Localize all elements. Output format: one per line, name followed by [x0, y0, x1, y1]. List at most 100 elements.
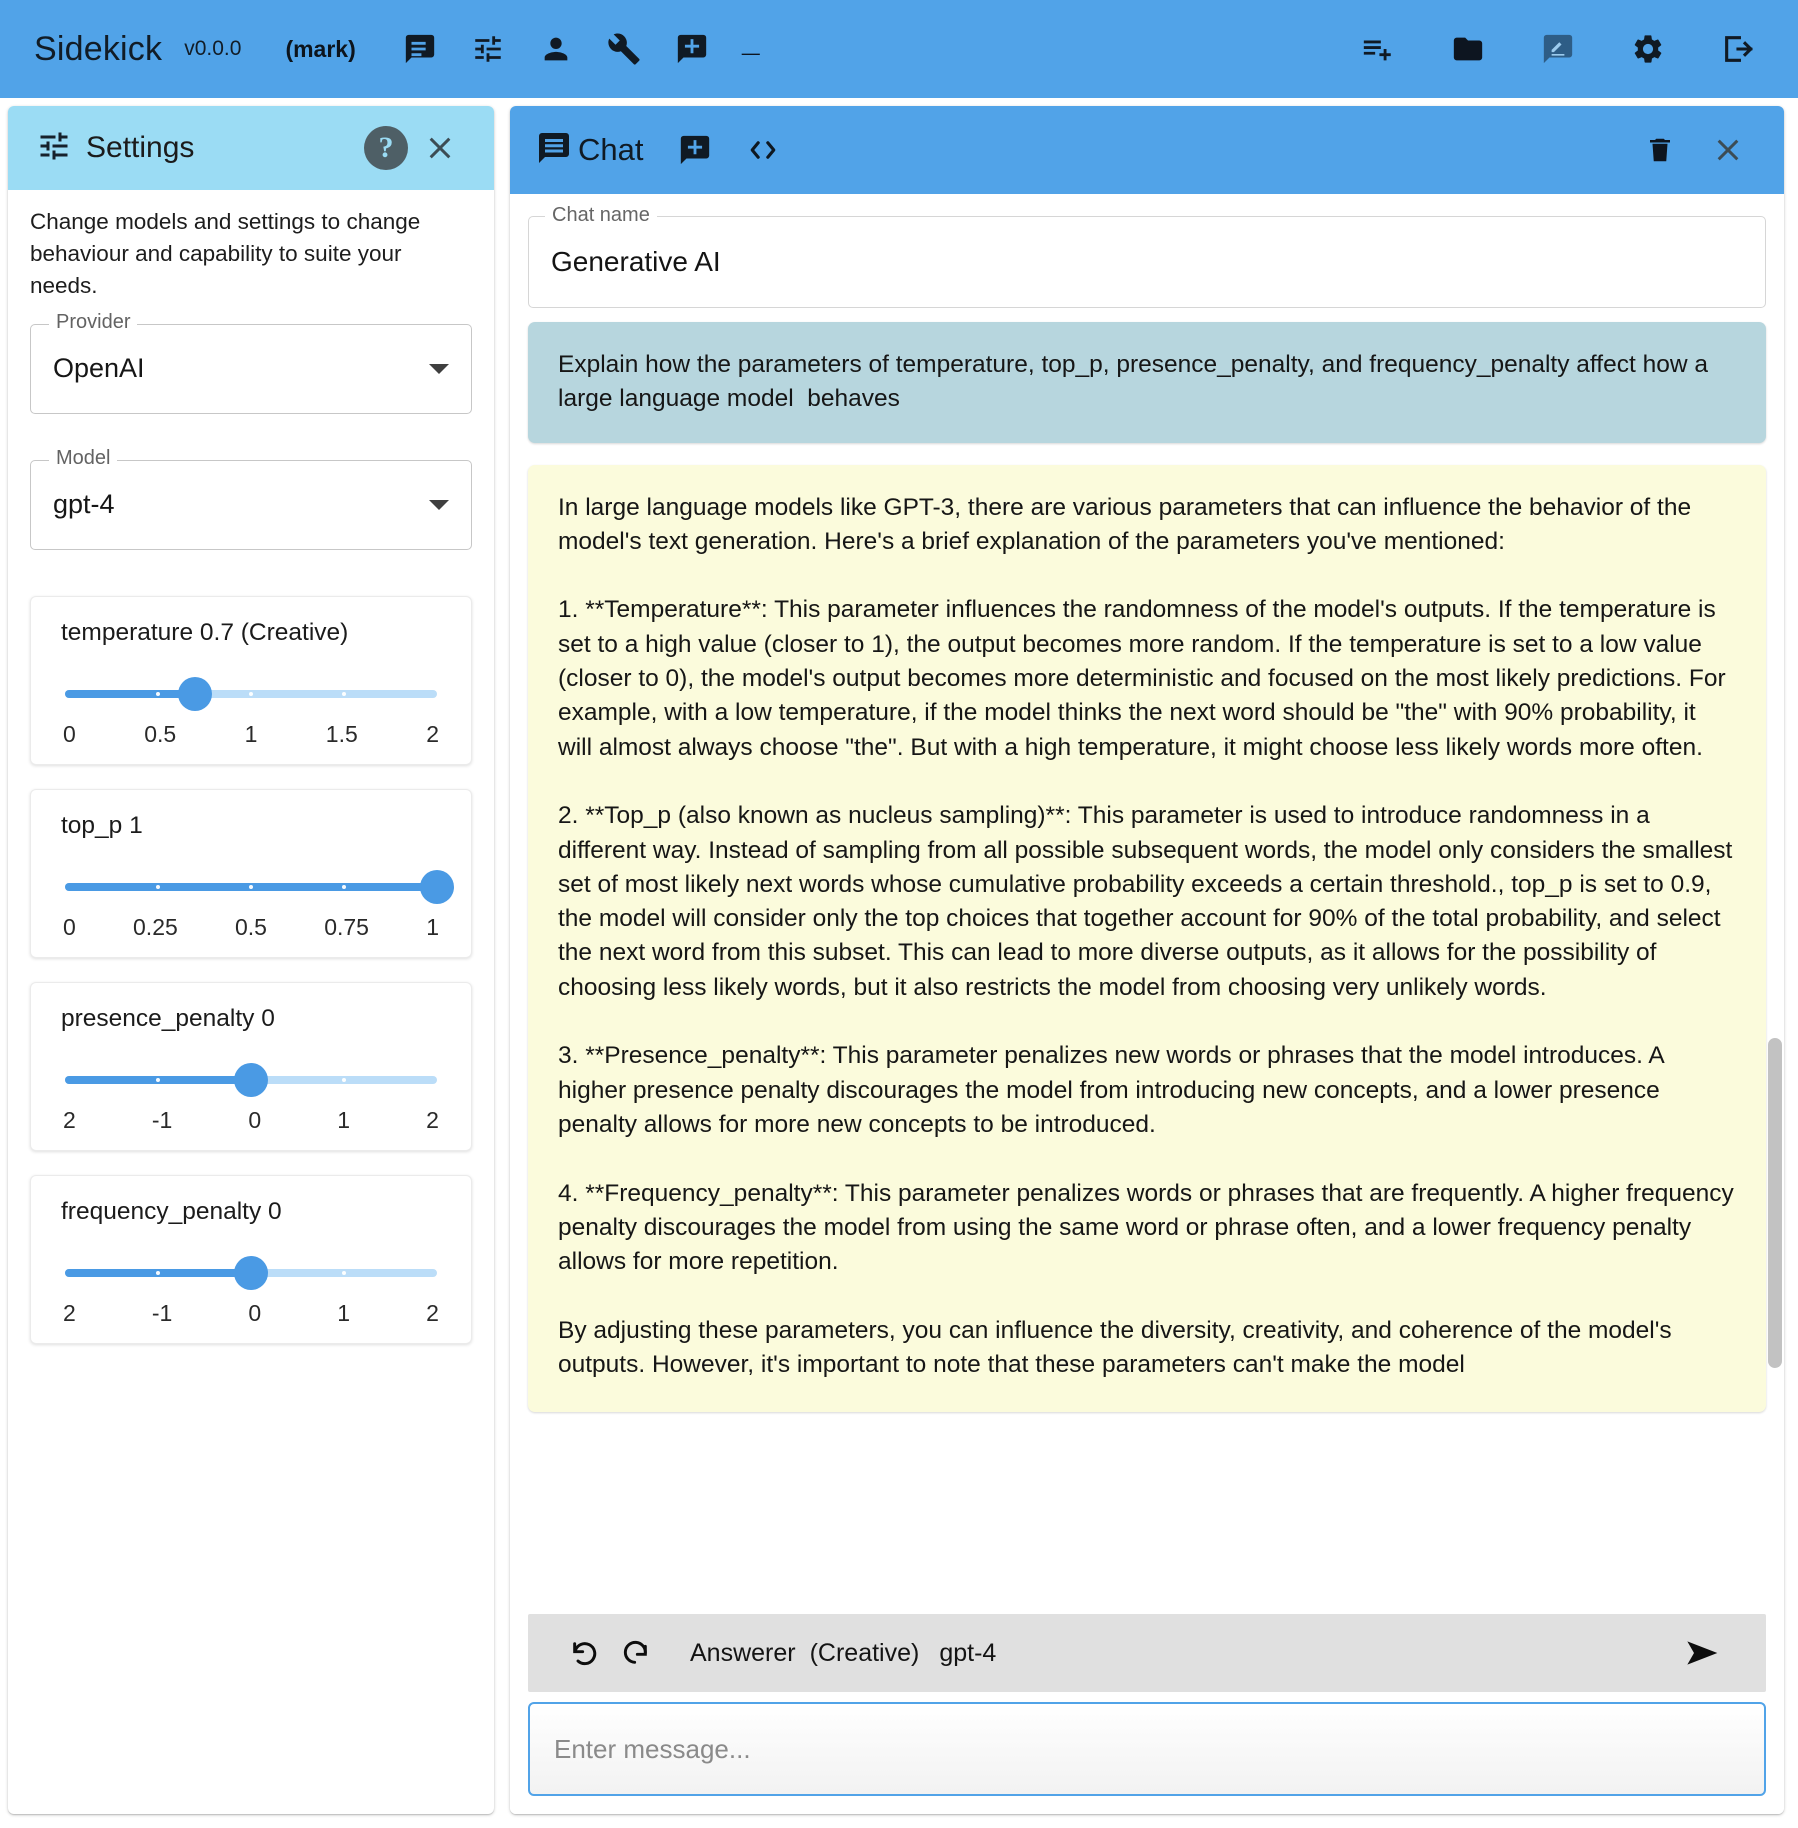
help-icon[interactable]: ? [364, 126, 408, 170]
slider-tick-label: 0.25 [133, 913, 178, 940]
playlist-add-icon[interactable] [1344, 18, 1412, 80]
provider-label: Provider [49, 310, 138, 334]
toolbar-mode: (Creative) [809, 1638, 920, 1667]
message-input-placeholder: Enter message... [554, 1733, 751, 1764]
slider-tick-label: 1 [337, 1106, 351, 1133]
slider-tick-label: 0 [248, 1299, 262, 1326]
chevron-down-icon[interactable] [429, 499, 449, 510]
slider-tick-label: 0 [63, 720, 76, 747]
slider-tick-label: 0.5 [235, 913, 267, 940]
messages-scrollbar[interactable] [1768, 1038, 1782, 1368]
add-comment-icon[interactable] [658, 18, 726, 80]
chat-panel-header: Chat [510, 106, 1784, 194]
close-settings-icon[interactable] [408, 117, 472, 179]
chat-name-field[interactable]: Chat name Generative AI [528, 204, 1766, 308]
add-comment-icon[interactable] [661, 119, 729, 181]
slider-presence_penalty[interactable] [65, 1062, 437, 1097]
slider-tick-label: 1.5 [325, 720, 358, 747]
slider-tick-label: 1 [244, 720, 258, 747]
wrench-icon[interactable] [590, 18, 658, 80]
app-brand: Sidekick [34, 29, 163, 68]
slider-tick-label: 0 [63, 913, 76, 940]
slider-frequency_penalty[interactable] [65, 1255, 437, 1290]
message-input[interactable]: Enter message... [528, 1702, 1766, 1796]
appbar-right-icons [1344, 18, 1772, 80]
chat-icon[interactable] [386, 18, 454, 80]
app-bar: Sidekick v0.0.0 (mark) _ [0, 0, 1798, 98]
slider-thumb-frequency_penalty[interactable] [234, 1255, 268, 1290]
edit-note-icon[interactable] [1524, 18, 1592, 80]
slider-label-temperature: temperature 0.7 (Creative) [61, 618, 349, 646]
slider-list: temperature 0.7 (Creative) 0 0.5 1 1.5 2 top_p… [24, 595, 478, 1344]
chevron-down-icon[interactable] [429, 363, 449, 374]
toolbar-persona: Answerer [690, 1638, 796, 1667]
slider-thumb-temperature[interactable] [178, 676, 213, 711]
slider-ticks: 2 -1 0 1 2 [61, 1107, 441, 1134]
model-value: gpt-4 [53, 489, 115, 520]
person-icon[interactable] [522, 18, 590, 80]
chat-panel: Chat Chat name Generative AI Explain how… [510, 106, 1784, 1814]
settings-panel-header: Settings ? [8, 106, 494, 190]
slider-card-presence_penalty: presence_penalty 0 2 -1 0 1 2 [30, 981, 472, 1151]
user-label: (mark) [285, 35, 356, 62]
slider-tick-label: 2 [426, 1299, 439, 1326]
settings-panel: Settings ? Change models and settings to… [8, 106, 494, 1814]
slider-temperature[interactable] [65, 676, 437, 711]
settings-body: Change models and settings to change beh… [8, 190, 494, 1814]
slider-thumb-top_p[interactable] [420, 869, 454, 904]
chat-icon [536, 130, 572, 171]
provider-value: OpenAI [53, 353, 145, 384]
slider-top_p[interactable] [65, 869, 454, 904]
code-view-icon[interactable] [729, 119, 797, 181]
chat-name-label: Chat name [545, 204, 657, 227]
undo-icon[interactable] [558, 1622, 610, 1684]
folder-icon[interactable] [1434, 18, 1502, 80]
chat-panel-title: Chat [578, 132, 644, 167]
slider-thumb-presence_penalty[interactable] [234, 1062, 268, 1097]
slider-fill [65, 689, 196, 698]
model-select[interactable]: Model gpt-4 [30, 446, 472, 550]
send-icon[interactable] [1670, 1622, 1738, 1684]
slider-tick-label: 0 [248, 1106, 262, 1133]
slider-tick-label: 2 [426, 720, 439, 747]
model-label: Model [49, 446, 118, 470]
slider-label-frequency_penalty: frequency_penalty 0 [61, 1197, 282, 1225]
appbar-left-icons [386, 18, 726, 80]
slider-tick-label: -1 [151, 1299, 173, 1326]
toolbar-model: gpt-4 [939, 1638, 997, 1667]
redo-icon[interactable] [610, 1622, 662, 1684]
assistant-message: In large language models like GPT-3, the… [528, 464, 1766, 1413]
slider-label-top_p: top_p 1 [61, 811, 143, 839]
slider-tick-label: 2 [63, 1106, 76, 1133]
chat-name-value: Generative AI [551, 246, 721, 277]
app-version: v0.0.0 [184, 37, 242, 60]
slider-tick-label: 1 [426, 913, 439, 940]
settings-description: Change models and settings to change beh… [30, 209, 421, 298]
slider-label-presence_penalty: presence_penalty 0 [61, 1004, 275, 1032]
delete-icon[interactable] [1626, 119, 1694, 181]
slider-tick-label: 0.75 [324, 913, 369, 940]
slider-ticks: 0 0.25 0.5 0.75 1 [61, 914, 441, 941]
minimize-icon[interactable]: _ [742, 30, 760, 68]
workspace: Settings ? Change models and settings to… [0, 98, 1798, 1828]
slider-ticks: 0 0.5 1 1.5 2 [61, 721, 441, 748]
slider-tick-label: 0.5 [144, 720, 177, 747]
slider-card-frequency_penalty: frequency_penalty 0 2 -1 0 1 2 [30, 1174, 472, 1344]
gear-icon[interactable] [1614, 18, 1682, 80]
slider-ticks: 2 -1 0 1 2 [61, 1300, 441, 1327]
provider-select[interactable]: Provider OpenAI [30, 310, 472, 414]
slider-tick-label: 1 [337, 1299, 351, 1326]
message-list: Explain how the parameters of temperatur… [510, 318, 1784, 1614]
slider-card-temperature: temperature 0.7 (Creative) 0 0.5 1 1.5 2 [30, 595, 472, 765]
slider-tick-label: -1 [151, 1106, 173, 1133]
user-message: Explain how the parameters of temperatur… [528, 322, 1766, 443]
close-chat-icon[interactable] [1694, 119, 1762, 181]
slider-card-top_p: top_p 1 0 0.25 0.5 0.75 1 [30, 788, 472, 958]
tune-icon[interactable] [454, 18, 522, 80]
chat-body: Chat name Generative AI Explain how the … [510, 194, 1784, 1814]
settings-title: Settings [86, 131, 195, 164]
chat-toolbar: Answerer (Creative) gpt-4 [528, 1614, 1766, 1692]
slider-tick-label: 2 [426, 1106, 439, 1133]
slider-tick-label: 2 [63, 1299, 76, 1326]
logout-icon[interactable] [1704, 18, 1772, 80]
